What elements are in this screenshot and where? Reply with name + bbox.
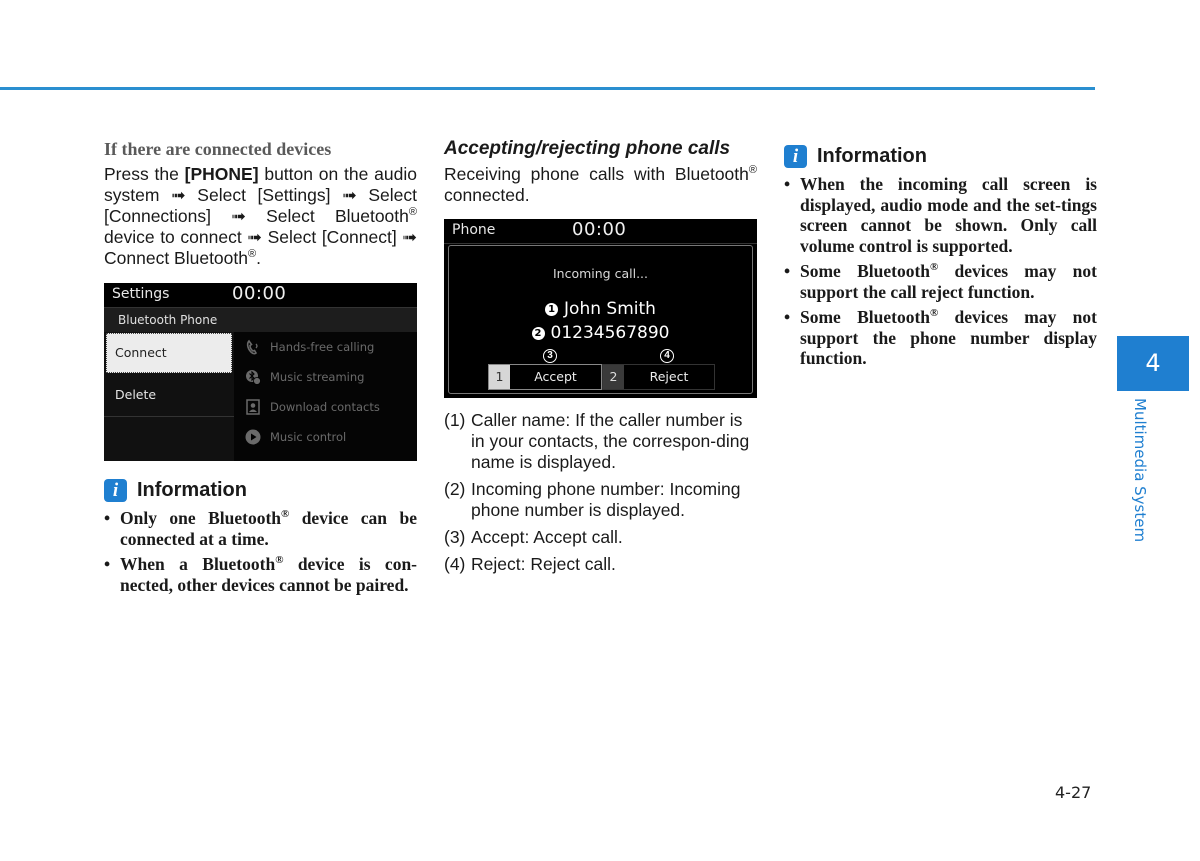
call-panel: Incoming call... 1 John Smith 2 0123456789… [448,245,753,394]
screen-title: Settings [112,286,170,302]
callout-marker-1: 1 [545,303,559,316]
callout-marker-2: 2 [531,327,545,340]
screen-header: Settings 00:00 [104,283,417,308]
screen-header: Phone 00:00 [444,219,757,244]
info-list: Only one Bluetooth® device can be connec… [104,508,417,595]
info-item: Some Bluetooth® devices may not support … [784,307,1097,369]
callout-marker-3: 3 [543,349,557,363]
feature-label: Music control [270,430,347,444]
settings-screen-illustration: Settings 00:00 Bluetooth Phone Connect D… [104,283,417,461]
screen-title: Phone [452,222,496,238]
feature-music-streaming: Music streaming [234,362,417,392]
caller-number-row: 2 01234567890 [449,323,752,343]
registered-mark: ® [408,206,417,219]
caller-number: 01234567890 [550,323,670,343]
information-box-incoming-call: i Information When the incoming call scr… [784,145,1097,374]
caller-name-row: 1 John Smith [449,299,752,319]
callout-marker-4: 4 [660,349,674,363]
incoming-status: Incoming call... [552,266,648,281]
column-connected-devices: If there are connected devices Press the… [104,138,417,269]
callout-legend: (1) Caller name: If the caller number is … [444,400,757,581]
legend-list: (1) Caller name: If the caller number is … [444,410,757,575]
bluetooth-music-icon [244,368,262,386]
reject-button[interactable]: 2 Reject [602,364,715,390]
feature-hands-free: Hands-free calling [234,332,417,362]
info-title: Information [817,145,927,167]
info-item: Some Bluetooth® devices may not support … [784,261,1097,302]
info-list: When the incoming call screen is display… [784,174,1097,369]
screen-clock: 00:00 [572,219,627,240]
phone-key-label: [PHONE] [184,164,259,184]
registered-mark: ® [248,248,257,261]
column-phone-calls: Accepting/rejecting phone calls Receivin… [444,138,757,206]
intro-paragraph: Receiving phone calls with Bluetooth® co… [444,164,757,205]
info-item: When a Bluetooth® device is con-nected, … [104,554,417,595]
header-rule [0,87,1095,90]
section-heading: If there are connected devices [104,139,332,159]
incoming-call-screen-illustration: Phone 00:00 Incoming call... 1 John Smith… [444,219,757,398]
registered-mark: ® [748,164,757,177]
chapter-tab[interactable]: 4 [1117,336,1189,391]
screen-clock: 00:00 [232,283,287,304]
page-number: 4-27 [1055,783,1092,802]
feature-label: Music streaming [270,370,365,384]
text-run: . [256,248,261,268]
chapter-label: Multimedia System [1131,398,1149,543]
info-item: When the incoming call screen is display… [784,174,1097,256]
accept-label: Accept [510,365,601,389]
menu-item-connect[interactable]: Connect [106,333,232,373]
instructions-paragraph: Press the [PHONE] button on the audio sy… [104,164,417,269]
feature-list: Hands-free calling Music streaming Downl… [234,332,417,461]
caller-name: John Smith [564,299,656,319]
reject-key: 2 [603,365,624,389]
feature-download-contacts: Download contacts [234,392,417,422]
feature-label: Download contacts [270,400,380,414]
feature-music-control: Music control [234,422,417,452]
reject-label: Reject [624,365,714,389]
information-box-bluetooth: i Information Only one Bluetooth® device… [104,479,417,600]
info-icon: i [104,479,127,502]
info-title: Information [137,479,247,501]
section-heading: Accepting/rejecting phone calls [444,138,731,159]
settings-menu: Connect Delete [104,332,234,461]
legend-item: (1) Caller name: If the caller number is … [444,410,750,472]
menu-item-delete[interactable]: Delete [104,373,234,417]
text-run: Press the [104,164,185,184]
legend-item: (2) Incoming phone number: Incoming phone… [444,479,741,520]
play-icon [244,428,262,446]
phone-handset-icon [244,338,262,356]
contacts-icon [244,398,262,416]
info-icon: i [784,145,807,168]
legend-item: (4) Reject: Reject call. [444,554,616,574]
info-item: Only one Bluetooth® device can be connec… [104,508,417,549]
feature-label: Hands-free calling [270,340,375,354]
legend-item: (3) Accept: Accept call. [444,527,623,547]
accept-button[interactable]: 1 Accept [488,364,602,390]
accept-key: 1 [489,365,510,389]
screen-subtitle: Bluetooth Phone [104,308,417,332]
